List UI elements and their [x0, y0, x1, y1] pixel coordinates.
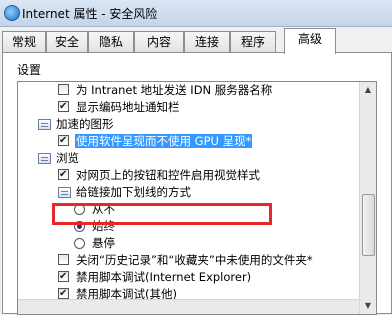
- horizontal-scrollbar[interactable]: [18, 299, 359, 314]
- tab-general[interactable]: 常规: [2, 31, 46, 52]
- checkbox[interactable]: [58, 98, 69, 115]
- scroll-up-arrow-icon[interactable]: ▲: [360, 82, 376, 98]
- settings-label: 设置: [17, 63, 42, 77]
- group-label: 加速的图形: [56, 117, 114, 131]
- setting-label: 禁用脚本调试(Internet Explorer): [76, 270, 252, 284]
- group-label: 给链接加下划线的方式: [76, 185, 191, 199]
- group-underline-links: 给链接加下划线的方式: [58, 184, 191, 201]
- internet-options-icon: [4, 5, 20, 21]
- radio-button[interactable]: [74, 221, 85, 232]
- setting-encoded-address-bar[interactable]: 显示编码地址通知栏: [58, 98, 180, 116]
- option-label: 从不: [92, 202, 115, 216]
- setting-label: 显示编码地址通知栏: [76, 100, 180, 114]
- radio-button[interactable]: [74, 238, 85, 249]
- group-settings-icon: [58, 187, 71, 198]
- setting-close-unused-folders[interactable]: 关闭“历史记录”和“收藏夹”中未使用的文件夹*: [58, 252, 313, 269]
- scroll-down-arrow-icon[interactable]: ▼: [360, 298, 376, 314]
- checkbox[interactable]: [58, 166, 69, 183]
- vertical-scrollbar[interactable]: ▲ ▼: [359, 82, 376, 314]
- option-hover[interactable]: 悬停: [74, 235, 115, 252]
- advanced-panel: 设置 为 Intranet 地址发送 IDN 服务器名称 显示编码地址通知栏 加…: [2, 52, 392, 315]
- option-label: 始终: [92, 219, 115, 233]
- option-label: 悬停: [92, 236, 115, 250]
- tab-security[interactable]: 安全: [46, 31, 88, 52]
- group-accelerated-graphics: 加速的图形: [38, 116, 114, 133]
- tab-connections[interactable]: 连接: [184, 31, 230, 52]
- setting-label: 关闭“历史记录”和“收藏夹”中未使用的文件夹*: [76, 253, 313, 267]
- group-settings-icon: [38, 153, 51, 164]
- setting-label: 为 Intranet 地址发送 IDN 服务器名称: [76, 83, 273, 97]
- option-always[interactable]: 始终: [74, 218, 115, 235]
- checkbox[interactable]: [58, 285, 69, 302]
- radio-button[interactable]: [74, 204, 85, 215]
- title-bar: Internet 属性 - 安全风险: [0, 0, 392, 27]
- group-browsing: 浏览: [38, 150, 79, 167]
- setting-idn-intranet[interactable]: 为 Intranet 地址发送 IDN 服务器名称: [58, 82, 272, 99]
- option-never[interactable]: 从不: [74, 201, 115, 218]
- checkbox[interactable]: [58, 84, 69, 95]
- scroll-thumb[interactable]: [362, 194, 375, 256]
- checkbox[interactable]: [58, 132, 69, 149]
- setting-disable-script-debugging-ie[interactable]: 禁用脚本调试(Internet Explorer): [58, 268, 252, 286]
- group-settings-icon: [38, 119, 51, 130]
- group-label: 浏览: [56, 151, 79, 165]
- setting-software-rendering[interactable]: 使用软件呈现而不使用 GPU 呈现*: [58, 132, 253, 150]
- tab-advanced[interactable]: 高级: [284, 28, 336, 54]
- tab-privacy[interactable]: 隐私: [88, 31, 134, 52]
- tab-content[interactable]: 内容: [134, 31, 184, 52]
- setting-visual-styles[interactable]: 对网页上的按钮和控件启用视觉样式: [58, 166, 260, 184]
- checkbox[interactable]: [58, 254, 69, 265]
- settings-list[interactable]: 为 Intranet 地址发送 IDN 服务器名称 显示编码地址通知栏 加速的图…: [17, 81, 377, 315]
- setting-label: 使用软件呈现而不使用 GPU 呈现*: [75, 134, 253, 148]
- tab-programs[interactable]: 程序: [230, 31, 276, 52]
- setting-label: 对网页上的按钮和控件启用视觉样式: [76, 168, 260, 182]
- tab-strip: 常规 安全 隐私 内容 连接 程序 高级: [0, 28, 392, 54]
- window-title: Internet 属性 - 安全风险: [22, 7, 158, 21]
- checkbox[interactable]: [58, 268, 69, 285]
